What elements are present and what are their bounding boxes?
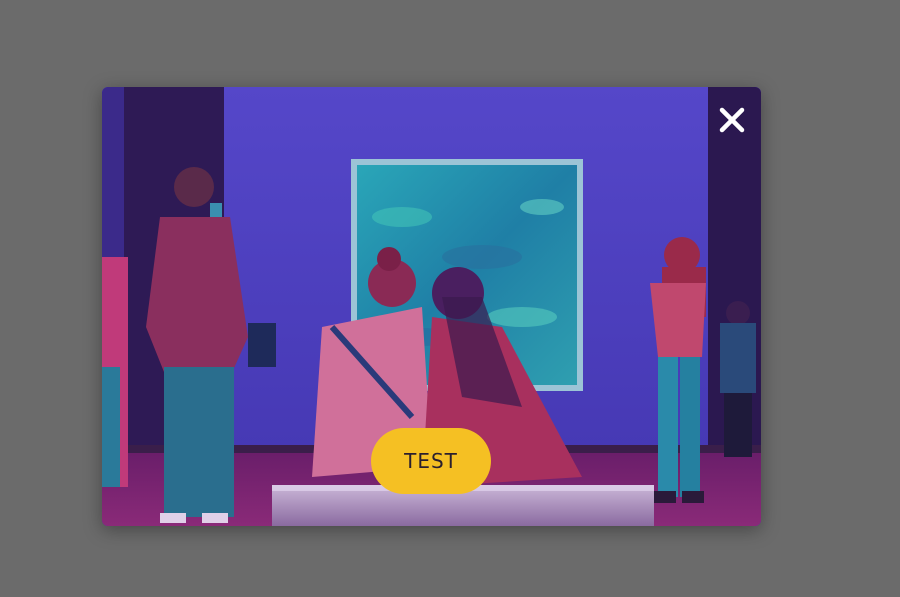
- close-icon: [719, 107, 745, 133]
- test-button[interactable]: TEST: [371, 428, 491, 494]
- close-button[interactable]: [717, 105, 747, 135]
- image-modal: TEST: [102, 87, 761, 526]
